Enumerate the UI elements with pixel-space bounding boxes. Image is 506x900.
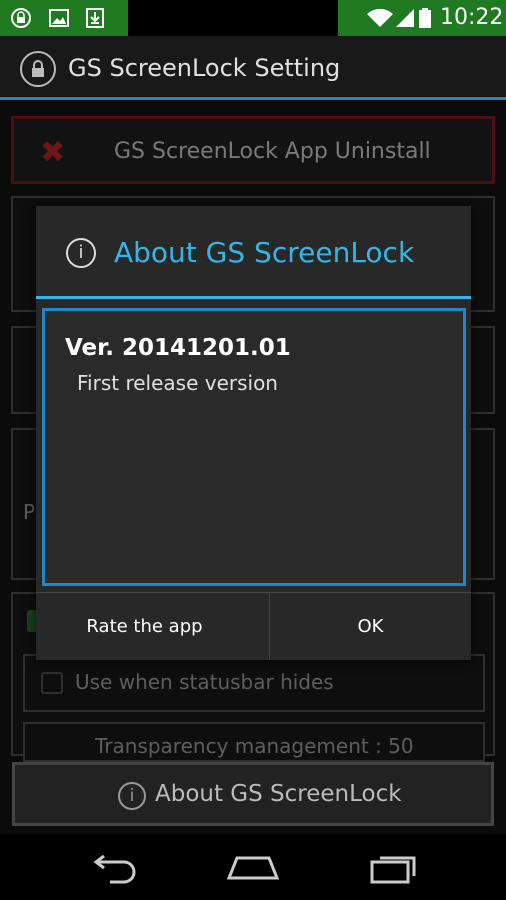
status-bar: 10:22: [0, 0, 506, 36]
download-icon: [86, 8, 104, 28]
dialog-title: About GS ScreenLock: [114, 236, 415, 269]
signal-icon: [396, 9, 414, 27]
about-dialog: i About GS ScreenLock Ver. 20141201.01 F…: [36, 206, 471, 660]
ok-button[interactable]: OK: [270, 593, 471, 661]
dialog-button-separator: [269, 592, 270, 660]
dialog-button-row: Rate the app OK: [36, 592, 471, 661]
home-icon[interactable]: [223, 848, 283, 886]
image-icon: [49, 9, 69, 27]
info-icon: i: [118, 782, 146, 810]
navigation-bar: [0, 834, 506, 900]
lock-icon: [11, 8, 31, 28]
version-text: Ver. 20141201.01: [65, 335, 291, 361]
dialog-header: i About GS ScreenLock: [36, 206, 471, 298]
release-notes-text: First release version: [77, 371, 278, 395]
wifi-icon: [367, 8, 393, 27]
status-bar-clock: 10:22: [440, 5, 504, 30]
rate-app-button[interactable]: Rate the app: [36, 593, 253, 661]
app-title: GS ScreenLock Setting: [68, 54, 341, 82]
dialog-header-divider: [36, 296, 471, 299]
dialog-message-box: Ver. 20141201.01 First release version: [42, 308, 466, 586]
app-bar: GS ScreenLock Setting: [0, 36, 506, 100]
info-icon: i: [66, 238, 96, 268]
back-icon[interactable]: [84, 848, 144, 886]
about-button[interactable]: i About GS ScreenLock: [12, 762, 494, 826]
about-button-label: About GS ScreenLock: [155, 781, 402, 807]
battery-icon: [419, 8, 431, 28]
app-lock-icon: [20, 51, 56, 87]
recent-apps-icon[interactable]: [366, 848, 426, 886]
